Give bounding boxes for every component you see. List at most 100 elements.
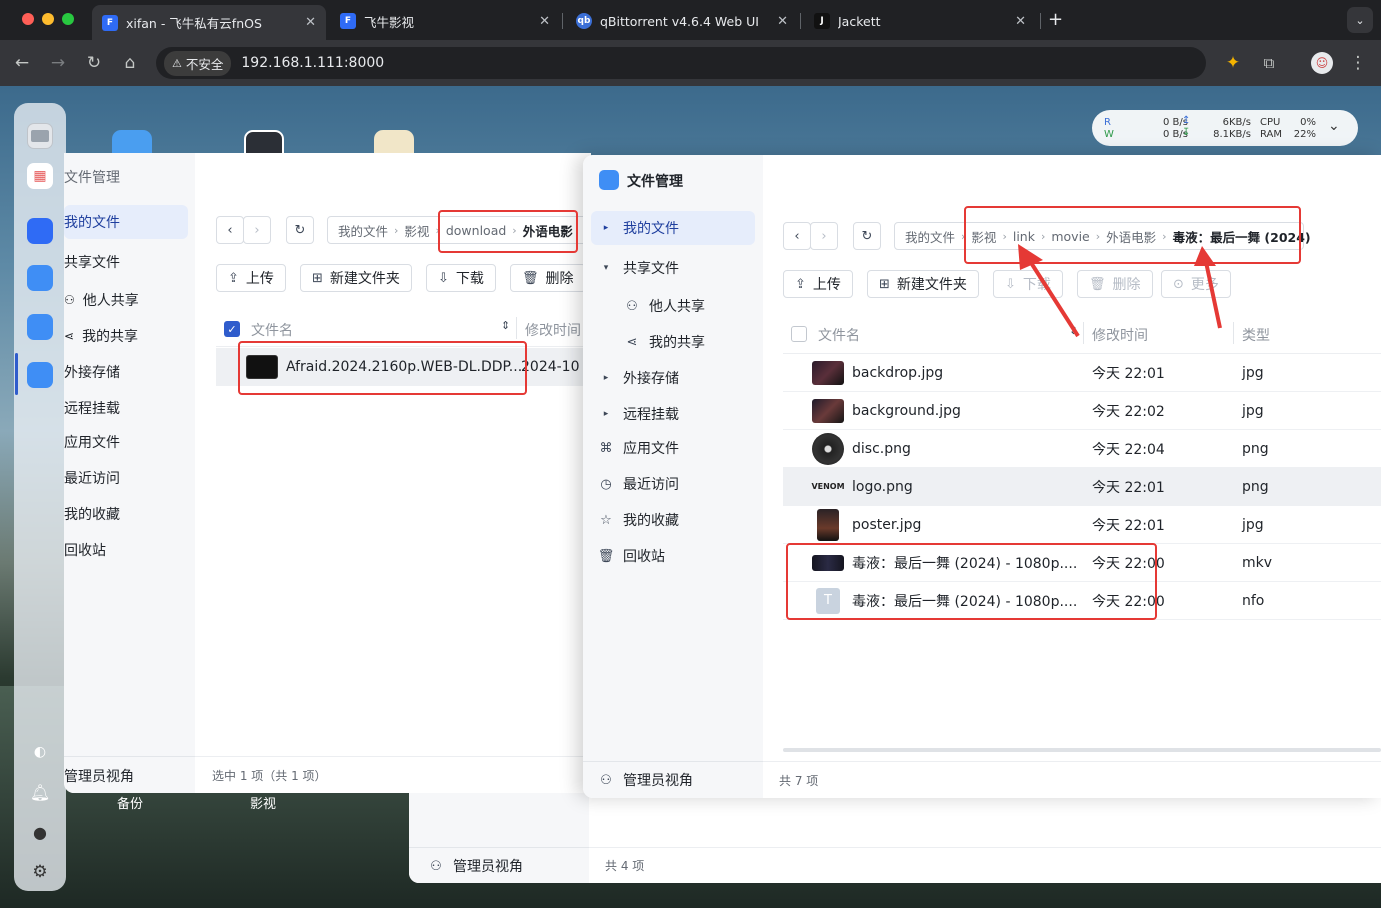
nav-my-shares[interactable]: ⋖ 我的共享 [623, 332, 705, 352]
nav-favorites[interactable]: 我的收藏 [64, 504, 120, 524]
annotation-box [238, 341, 527, 395]
desktop-icon-label: 影视 [250, 797, 277, 812]
nav-my-files[interactable]: 我的文件 [64, 205, 188, 239]
nav-shared-files[interactable]: ▾ 共享文件 [601, 258, 679, 278]
admin-view-link[interactable]: ⚇ 管理员视角 [427, 856, 523, 876]
address-bar[interactable]: ⚠ 不安全 192.168.1.111:8000 [156, 47, 1206, 79]
back-button[interactable]: ‹ [783, 222, 811, 250]
user-icon[interactable]: ● [27, 819, 53, 845]
refresh-button[interactable]: ↻ [286, 216, 314, 244]
share-icon: ⋖ [64, 329, 75, 343]
theme-icon[interactable]: ◐ [27, 739, 53, 765]
nav-app-files[interactable]: ⌘ 应用文件 [597, 438, 680, 458]
bell-icon[interactable]: 🔔︎ [27, 779, 53, 805]
select-all-checkbox[interactable] [791, 326, 807, 342]
table-row[interactable]: background.jpg 今天 22:02 jpg [783, 392, 1381, 430]
browser-tab-2[interactable]: F 飞牛影视 ✕ [330, 6, 560, 36]
breadcrumb-item[interactable]: 我的文件 [905, 227, 955, 246]
fnos-store-icon[interactable] [27, 218, 53, 244]
share-icon: ⋖ [626, 334, 638, 350]
annotation-box [786, 543, 1157, 620]
close-tab-icon[interactable]: ✕ [777, 14, 788, 29]
nav-my-shares[interactable]: ⋖ 我的共享 [64, 326, 138, 346]
system-stats-widget[interactable]: R W 0 B/s 0 B/s ↥ ↧ 6KB/s 8.1KB/s CPU RA… [1092, 110, 1358, 146]
browser-menu-icon[interactable]: ⋮ [1347, 52, 1369, 74]
forward-button[interactable]: › [810, 222, 838, 250]
file-manager-icon[interactable] [27, 265, 53, 291]
back-arrow-icon[interactable]: ← [11, 52, 33, 74]
chevron-down-icon[interactable]: ⌄ [1328, 118, 1340, 134]
nav-app-files[interactable]: 应用文件 [64, 432, 120, 452]
close-window-button[interactable] [22, 13, 34, 25]
file-thumbnail: VENOM [811, 482, 845, 491]
fnos-icon: F [340, 13, 356, 29]
nav-recent[interactable]: ◷ 最近访问 [597, 474, 679, 494]
minimize-window-button[interactable] [42, 13, 54, 25]
nav-remote-mount[interactable]: ▸ 远程挂载 [601, 404, 679, 424]
zoom-window-button[interactable] [62, 13, 74, 25]
nav-recent[interactable]: 最近访问 [64, 468, 120, 488]
extension-pet-icon[interactable]: ✦ [1222, 52, 1244, 74]
select-all-checkbox[interactable]: ✓ [224, 321, 240, 337]
table-row[interactable]: backdrop.jpg 今天 22:01 jpg [783, 354, 1381, 392]
file-manager-icon[interactable] [27, 362, 53, 388]
browser-tab-4[interactable]: J Jackett ✕ [804, 6, 1036, 36]
admin-view-link[interactable]: ⚇ 管理员视角 [597, 770, 693, 790]
close-tab-icon[interactable]: ✕ [305, 15, 316, 30]
upload-button[interactable]: ⇪ 上传 [783, 270, 853, 298]
nav-others-shared[interactable]: ⚇ 他人共享 [64, 290, 139, 310]
refresh-button[interactable]: ↻ [853, 222, 881, 250]
arrow-head [1194, 246, 1216, 266]
nav-recycle-bin[interactable]: 回收站 [64, 540, 106, 560]
new-folder-button[interactable]: ⊞ 新建文件夹 [300, 264, 412, 292]
annotation-arrow [1204, 261, 1222, 329]
profile-avatar[interactable]: ☺ [1311, 52, 1333, 74]
admin-user-icon: ⚇ [600, 772, 612, 788]
chevron-left-icon: ‹ [227, 222, 233, 238]
horizontal-scrollbar[interactable] [783, 748, 1381, 752]
file-manager-icon[interactable] [27, 314, 53, 340]
forward-arrow-icon[interactable]: → [47, 52, 69, 74]
reload-icon[interactable]: ↻ [83, 52, 105, 74]
forward-button[interactable]: › [243, 216, 271, 244]
nav-remote-mount[interactable]: 远程挂载 [64, 398, 120, 418]
nav-external-storage[interactable]: 外接存储 [64, 362, 120, 382]
file-thumbnail [817, 508, 839, 541]
admin-view-link[interactable]: 管理员视角 [64, 766, 134, 786]
new-folder-button[interactable]: ⊞ 新建文件夹 [867, 270, 979, 298]
close-tab-icon[interactable]: ✕ [539, 14, 550, 29]
app-grid-icon[interactable]: ▦ [27, 163, 53, 189]
column-header-name[interactable]: 文件名 [251, 320, 293, 340]
table-row[interactable]: poster.jpg 今天 22:01 jpg [783, 506, 1381, 544]
column-header-name[interactable]: 文件名 [818, 325, 860, 345]
nav-external-storage[interactable]: ▸ 外接存储 [601, 368, 679, 388]
close-tab-icon[interactable]: ✕ [1015, 14, 1026, 29]
column-header-type[interactable]: 类型 [1242, 325, 1270, 345]
download-button[interactable]: ⇩ 下载 [426, 264, 496, 292]
column-header-modified[interactable]: 修改时间 [525, 320, 581, 340]
new-tab-button[interactable]: + [1048, 9, 1063, 30]
extensions-puzzle-icon[interactable]: ⧉ [1258, 52, 1280, 74]
browser-tab-3[interactable]: qb qBittorrent v4.6.4 Web UI ✕ [566, 6, 798, 36]
upload-button[interactable]: ⇪ 上传 [216, 264, 286, 292]
nav-shared-files[interactable]: 共享文件 [64, 252, 120, 272]
back-button[interactable]: ‹ [216, 216, 244, 244]
monitor-icon[interactable] [27, 123, 53, 149]
table-row[interactable]: VENOM logo.png 今天 22:01 png [783, 468, 1381, 506]
delete-button[interactable]: 🗑︎ 删除 [510, 264, 586, 292]
sort-icon[interactable]: ⇕ [501, 319, 510, 332]
security-chip[interactable]: ⚠ 不安全 [164, 50, 232, 76]
table-row[interactable]: disc.png 今天 22:04 png [783, 430, 1381, 468]
window-title: 文件管理 [627, 174, 683, 190]
nav-others-shared[interactable]: ⚇ 他人共享 [623, 296, 705, 316]
gear-icon[interactable]: ⚙ [27, 859, 53, 885]
nav-recycle-bin[interactable]: 🗑︎ 回收站 [597, 546, 665, 566]
jackett-icon: J [814, 13, 830, 29]
home-icon[interactable]: ⌂ [119, 52, 141, 74]
breadcrumb-item[interactable]: 影视 [404, 221, 429, 240]
browser-tab-1[interactable]: F xifan - 飞牛私有云fnOS ✕ [92, 5, 326, 40]
tab-search-button[interactable]: ⌄ [1347, 7, 1373, 33]
nav-favorites[interactable]: ☆ 我的收藏 [597, 510, 679, 530]
nav-my-files[interactable]: ▸ 我的文件 [591, 211, 755, 245]
breadcrumb-item[interactable]: 我的文件 [338, 221, 388, 240]
